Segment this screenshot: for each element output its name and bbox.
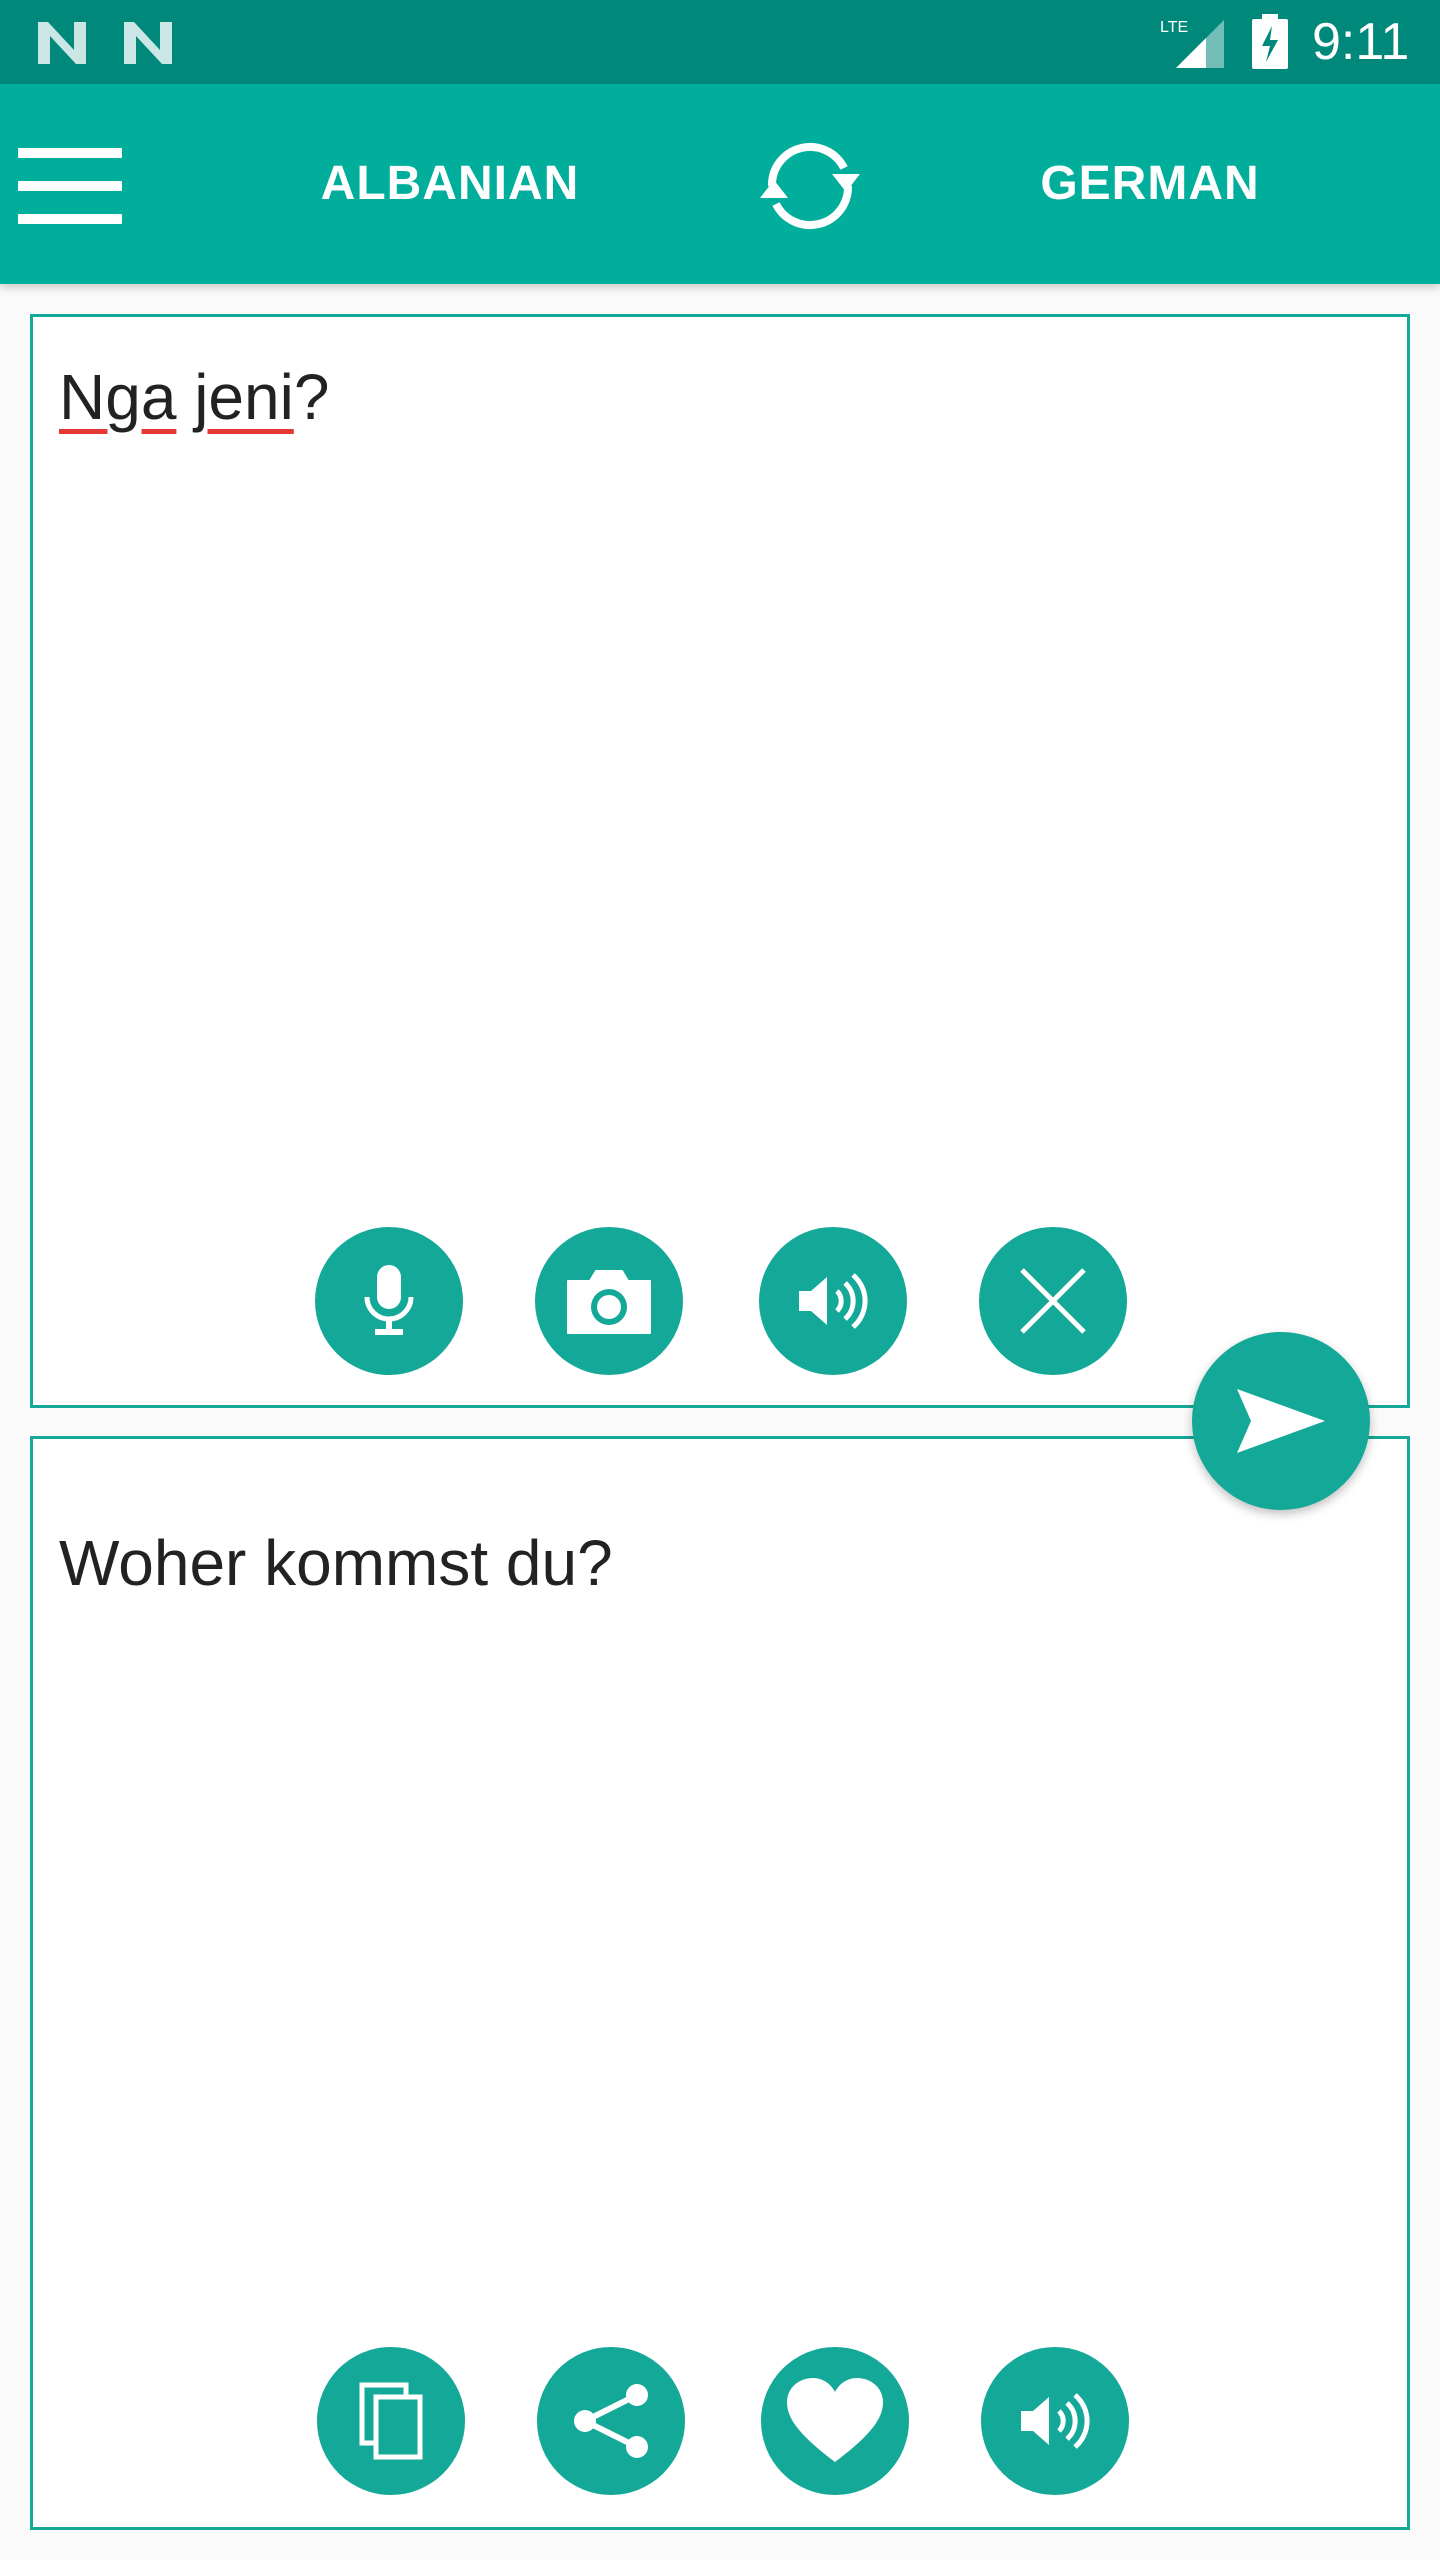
- misspelled-word: Nga: [59, 361, 177, 433]
- camera-icon: [567, 1270, 651, 1334]
- menu-button[interactable]: [10, 138, 130, 234]
- speak-input-button[interactable]: [759, 1227, 907, 1375]
- speaker-icon: [1021, 2393, 1090, 2449]
- heart-icon: [787, 2378, 883, 2462]
- microphone-button[interactable]: [315, 1227, 463, 1375]
- menu-icon: [18, 148, 122, 158]
- close-icon: [1020, 1268, 1086, 1334]
- clear-button[interactable]: [979, 1227, 1127, 1375]
- n-notification-icon: [124, 22, 172, 64]
- camera-button[interactable]: [535, 1227, 683, 1375]
- translate-button[interactable]: [1192, 1332, 1370, 1510]
- input-panel[interactable]: Nga jeni?: [30, 314, 1410, 1408]
- n-notification-icon: [38, 22, 86, 64]
- lte-label: LTE: [1160, 19, 1188, 36]
- input-field[interactable]: Nga jeni?: [59, 357, 329, 437]
- share-button[interactable]: [537, 2347, 685, 2495]
- output-panel: Woher kommst du?: [30, 1436, 1410, 2530]
- input-punctuation: ?: [293, 361, 330, 433]
- app-bar: ALBANIAN GERMAN: [0, 84, 1440, 284]
- status-bar: LTE 9:11: [0, 0, 1440, 84]
- translation-text: Woher kommst du?: [59, 1527, 613, 1599]
- copy-icon: [359, 2382, 423, 2460]
- copy-button[interactable]: [317, 2347, 465, 2495]
- speaker-icon: [799, 1273, 868, 1329]
- microphone-icon: [364, 1265, 414, 1335]
- share-icon: [574, 2384, 648, 2458]
- target-language-button[interactable]: GERMAN: [950, 154, 1350, 214]
- battery-charging-icon: [1252, 14, 1288, 69]
- swap-languages-icon[interactable]: [748, 134, 872, 238]
- favorite-button[interactable]: [761, 2347, 909, 2495]
- speak-output-button[interactable]: [981, 2347, 1129, 2495]
- send-icon: [1237, 1389, 1325, 1453]
- status-time: 9:11: [1312, 13, 1410, 71]
- source-language-button[interactable]: ALBANIAN: [250, 154, 650, 214]
- misspelled-word: jeni: [194, 361, 294, 433]
- lte-signal-icon: LTE: [1160, 19, 1224, 68]
